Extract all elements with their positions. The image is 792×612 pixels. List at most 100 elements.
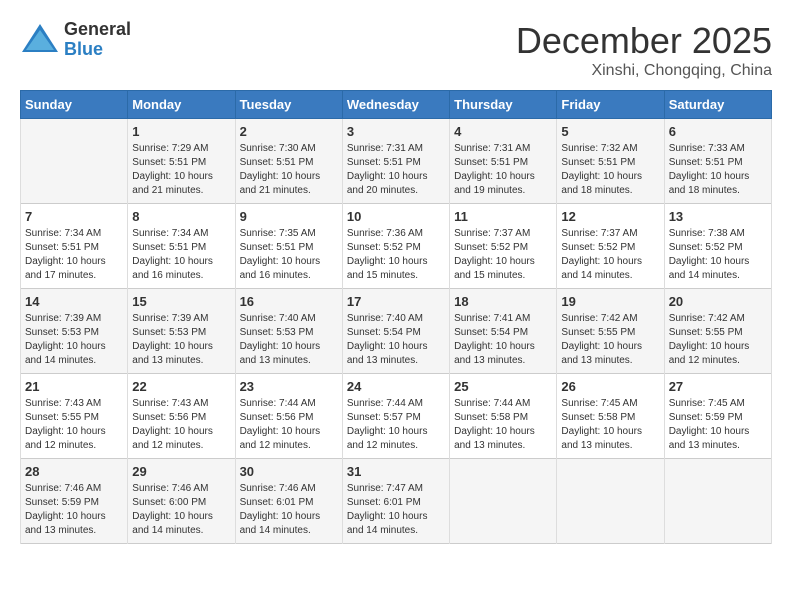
day-number: 1: [132, 124, 230, 139]
day-cell: 20 Sunrise: 7:42 AM Sunset: 5:55 PM Dayli…: [664, 289, 771, 374]
day-cell: 26 Sunrise: 7:45 AM Sunset: 5:58 PM Dayli…: [557, 374, 664, 459]
day-number: 12: [561, 209, 659, 224]
header-cell-thursday: Thursday: [450, 91, 557, 119]
logo-text: General Blue: [64, 20, 131, 60]
day-info: Sunrise: 7:33 AM Sunset: 5:51 PM Dayligh…: [669, 142, 767, 198]
day-number: 28: [25, 464, 123, 479]
title-block: December 2025 Xinshi, Chongqing, China: [516, 20, 772, 80]
day-number: 9: [240, 209, 338, 224]
day-info: Sunrise: 7:31 AM Sunset: 5:51 PM Dayligh…: [454, 142, 552, 198]
day-cell: 15 Sunrise: 7:39 AM Sunset: 5:53 PM Dayli…: [128, 289, 235, 374]
day-number: 22: [132, 379, 230, 394]
logo-blue-text: Blue: [64, 40, 131, 60]
day-info: Sunrise: 7:34 AM Sunset: 5:51 PM Dayligh…: [132, 227, 230, 283]
day-number: 3: [347, 124, 445, 139]
day-info: Sunrise: 7:37 AM Sunset: 5:52 PM Dayligh…: [454, 227, 552, 283]
day-cell: 4 Sunrise: 7:31 AM Sunset: 5:51 PM Daylig…: [450, 119, 557, 204]
day-info: Sunrise: 7:43 AM Sunset: 5:55 PM Dayligh…: [25, 397, 123, 453]
day-cell: 27Sunrise: 7:45 AM Sunset: 5:59 PM Dayli…: [664, 374, 771, 459]
day-number: 17: [347, 294, 445, 309]
day-cell: 6Sunrise: 7:33 AM Sunset: 5:51 PM Daylig…: [664, 119, 771, 204]
day-cell: 28 Sunrise: 7:46 AM Sunset: 5:59 PM Dayli…: [21, 459, 128, 544]
day-cell: 8 Sunrise: 7:34 AM Sunset: 5:51 PM Daylig…: [128, 204, 235, 289]
day-info: Sunrise: 7:45 AM Sunset: 5:58 PM Dayligh…: [561, 397, 659, 453]
day-info: Sunrise: 7:29 AM Sunset: 5:51 PM Dayligh…: [132, 142, 230, 198]
day-cell: 30 Sunrise: 7:46 AM Sunset: 6:01 PM Dayli…: [235, 459, 342, 544]
day-number: 2: [240, 124, 338, 139]
day-number: 4: [454, 124, 552, 139]
logo-icon: [20, 22, 60, 57]
calendar-table: SundayMondayTuesdayWednesdayThursdayFrid…: [20, 90, 772, 544]
day-number: 20: [669, 294, 767, 309]
header-cell-monday: Monday: [128, 91, 235, 119]
header-cell-friday: Friday: [557, 91, 664, 119]
day-cell: 17Sunrise: 7:40 AM Sunset: 5:54 PM Dayli…: [342, 289, 449, 374]
header-cell-sunday: Sunday: [21, 91, 128, 119]
day-number: 23: [240, 379, 338, 394]
day-number: 7: [25, 209, 123, 224]
day-number: 21: [25, 379, 123, 394]
day-info: Sunrise: 7:45 AM Sunset: 5:59 PM Dayligh…: [669, 397, 767, 453]
day-cell: 12 Sunrise: 7:37 AM Sunset: 5:52 PM Dayli…: [557, 204, 664, 289]
day-info: Sunrise: 7:42 AM Sunset: 5:55 PM Dayligh…: [561, 312, 659, 368]
day-number: 25: [454, 379, 552, 394]
day-number: 16: [240, 294, 338, 309]
day-number: 31: [347, 464, 445, 479]
day-info: Sunrise: 7:30 AM Sunset: 5:51 PM Dayligh…: [240, 142, 338, 198]
day-number: 11: [454, 209, 552, 224]
day-info: Sunrise: 7:41 AM Sunset: 5:54 PM Dayligh…: [454, 312, 552, 368]
day-cell: [664, 459, 771, 544]
day-cell: 23 Sunrise: 7:44 AM Sunset: 5:56 PM Dayli…: [235, 374, 342, 459]
day-number: 30: [240, 464, 338, 479]
day-info: Sunrise: 7:31 AM Sunset: 5:51 PM Dayligh…: [347, 142, 445, 198]
day-info: Sunrise: 7:42 AM Sunset: 5:55 PM Dayligh…: [669, 312, 767, 368]
day-info: Sunrise: 7:40 AM Sunset: 5:53 PM Dayligh…: [240, 312, 338, 368]
day-number: 26: [561, 379, 659, 394]
week-row-3: 14 Sunrise: 7:39 AM Sunset: 5:53 PM Dayli…: [21, 289, 772, 374]
day-info: Sunrise: 7:43 AM Sunset: 5:56 PM Dayligh…: [132, 397, 230, 453]
week-row-5: 28 Sunrise: 7:46 AM Sunset: 5:59 PM Dayli…: [21, 459, 772, 544]
day-cell: [450, 459, 557, 544]
day-cell: 24Sunrise: 7:44 AM Sunset: 5:57 PM Dayli…: [342, 374, 449, 459]
day-cell: 14 Sunrise: 7:39 AM Sunset: 5:53 PM Dayli…: [21, 289, 128, 374]
day-number: 24: [347, 379, 445, 394]
day-number: 19: [561, 294, 659, 309]
header-cell-wednesday: Wednesday: [342, 91, 449, 119]
day-number: 29: [132, 464, 230, 479]
day-cell: 7 Sunrise: 7:34 AM Sunset: 5:51 PM Daylig…: [21, 204, 128, 289]
day-cell: 11 Sunrise: 7:37 AM Sunset: 5:52 PM Dayli…: [450, 204, 557, 289]
day-number: 10: [347, 209, 445, 224]
week-row-4: 21 Sunrise: 7:43 AM Sunset: 5:55 PM Dayli…: [21, 374, 772, 459]
day-cell: 16 Sunrise: 7:40 AM Sunset: 5:53 PM Dayli…: [235, 289, 342, 374]
day-info: Sunrise: 7:44 AM Sunset: 5:56 PM Dayligh…: [240, 397, 338, 453]
week-row-2: 7 Sunrise: 7:34 AM Sunset: 5:51 PM Daylig…: [21, 204, 772, 289]
logo-general-text: General: [64, 20, 131, 40]
calendar-title: December 2025: [516, 20, 772, 62]
day-info: Sunrise: 7:35 AM Sunset: 5:51 PM Dayligh…: [240, 227, 338, 283]
day-info: Sunrise: 7:32 AM Sunset: 5:51 PM Dayligh…: [561, 142, 659, 198]
day-cell: 9 Sunrise: 7:35 AM Sunset: 5:51 PM Daylig…: [235, 204, 342, 289]
day-cell: 19 Sunrise: 7:42 AM Sunset: 5:55 PM Dayli…: [557, 289, 664, 374]
header-cell-saturday: Saturday: [664, 91, 771, 119]
day-info: Sunrise: 7:46 AM Sunset: 5:59 PM Dayligh…: [25, 482, 123, 538]
week-row-1: 1 Sunrise: 7:29 AM Sunset: 5:51 PM Daylig…: [21, 119, 772, 204]
day-cell: 18Sunrise: 7:41 AM Sunset: 5:54 PM Dayli…: [450, 289, 557, 374]
day-cell: 10Sunrise: 7:36 AM Sunset: 5:52 PM Dayli…: [342, 204, 449, 289]
day-number: 15: [132, 294, 230, 309]
day-info: Sunrise: 7:39 AM Sunset: 5:53 PM Dayligh…: [25, 312, 123, 368]
day-number: 8: [132, 209, 230, 224]
logo: General Blue: [20, 20, 131, 60]
calendar-subtitle: Xinshi, Chongqing, China: [516, 62, 772, 80]
day-info: Sunrise: 7:34 AM Sunset: 5:51 PM Dayligh…: [25, 227, 123, 283]
day-cell: 2 Sunrise: 7:30 AM Sunset: 5:51 PM Daylig…: [235, 119, 342, 204]
day-info: Sunrise: 7:37 AM Sunset: 5:52 PM Dayligh…: [561, 227, 659, 283]
day-info: Sunrise: 7:39 AM Sunset: 5:53 PM Dayligh…: [132, 312, 230, 368]
header-cell-tuesday: Tuesday: [235, 91, 342, 119]
day-number: 13: [669, 209, 767, 224]
day-info: Sunrise: 7:46 AM Sunset: 6:01 PM Dayligh…: [240, 482, 338, 538]
day-info: Sunrise: 7:46 AM Sunset: 6:00 PM Dayligh…: [132, 482, 230, 538]
day-number: 14: [25, 294, 123, 309]
header-row: SundayMondayTuesdayWednesdayThursdayFrid…: [21, 91, 772, 119]
day-cell: 31Sunrise: 7:47 AM Sunset: 6:01 PM Dayli…: [342, 459, 449, 544]
day-cell: 3 Sunrise: 7:31 AM Sunset: 5:51 PM Daylig…: [342, 119, 449, 204]
